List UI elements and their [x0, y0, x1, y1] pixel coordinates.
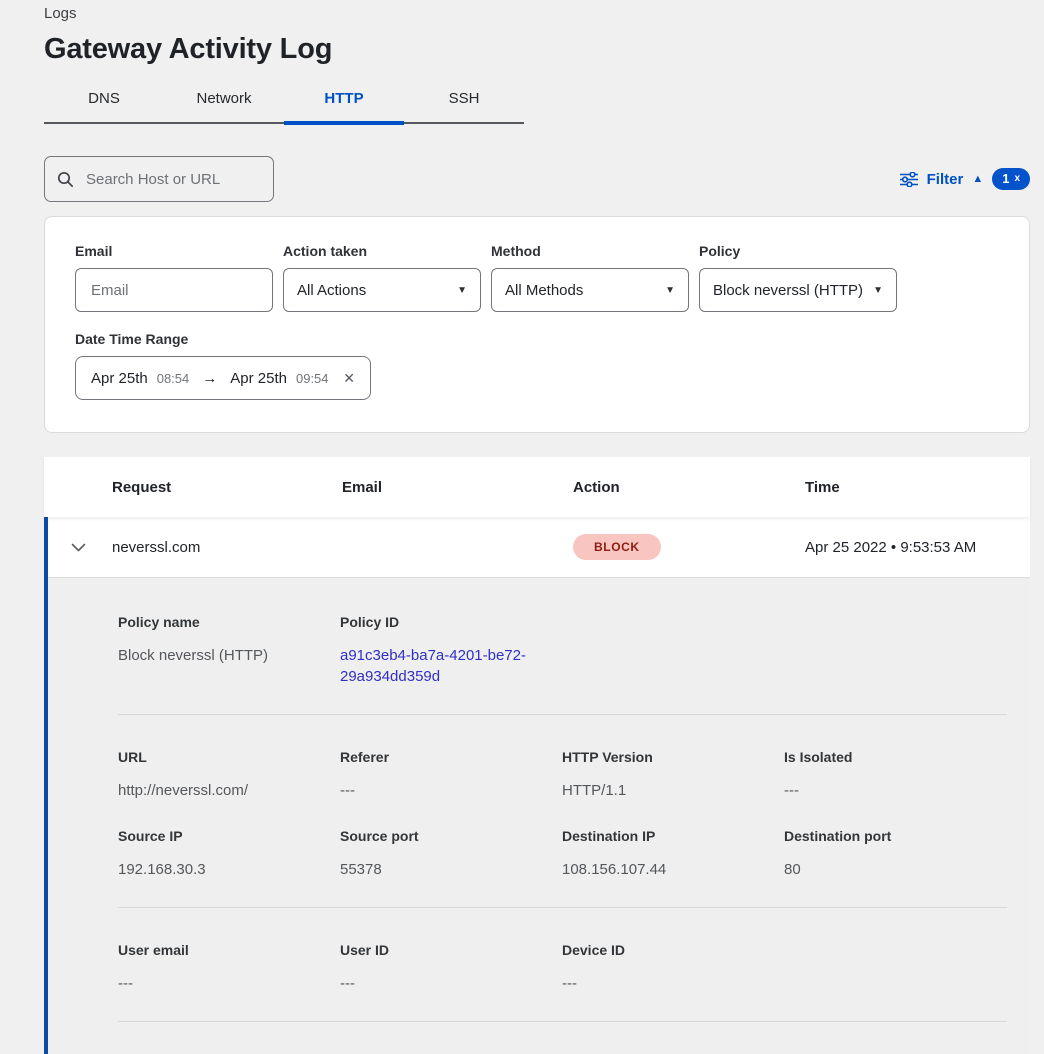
range-end-date[interactable]: Apr 25th [230, 370, 287, 387]
col-header-action: Action [573, 479, 805, 496]
policy-section: Policy name Block neverssl (HTTP) Policy… [118, 614, 1007, 687]
chevron-down-icon[interactable] [44, 543, 112, 552]
detail-field-destination-port: Destination port 80 [784, 828, 1006, 880]
tab-ssh[interactable]: SSH [404, 82, 524, 122]
activity-table: Request Email Action Time neverssl.com B… [44, 457, 1030, 1054]
clear-filters-icon[interactable]: x [1014, 173, 1020, 184]
method-label: Method [491, 243, 689, 259]
action-taken-value: All Actions [297, 282, 366, 299]
search-box[interactable] [44, 156, 274, 202]
detail-field-is-isolated: Is Isolated --- [784, 749, 1006, 801]
log-detail-panel: Policy name Block neverssl (HTTP) Policy… [44, 577, 1030, 1054]
tab-http[interactable]: HTTP [284, 82, 404, 122]
divider [118, 907, 1007, 908]
range-end-time[interactable]: 09:54 [296, 371, 329, 386]
detail-field-policy-name: Policy name Block neverssl (HTTP) [118, 614, 340, 687]
divider [118, 714, 1007, 715]
action-taken-select[interactable]: All Actions ▼ [283, 268, 481, 312]
email-filter-label: Email [75, 243, 273, 259]
filter-count-badge[interactable]: 1 x [992, 168, 1030, 190]
filter-sliders-icon [900, 172, 918, 187]
close-icon[interactable]: ✕ [343, 370, 355, 387]
caret-down-icon: ▼ [873, 285, 883, 296]
toolbar: Filter ▲ 1 x [44, 156, 1030, 202]
detail-field-destination-ip: Destination IP 108.156.107.44 [562, 828, 784, 880]
range-start-date[interactable]: Apr 25th [91, 370, 148, 387]
method-select[interactable]: All Methods ▼ [491, 268, 689, 312]
detail-field-policy-id: Policy ID a91c3eb4-ba7a-4201-be72-29a934… [340, 614, 562, 687]
http-section: URL http://neverssl.com/ Referer --- HTT… [118, 749, 1007, 801]
col-header-time: Time [805, 479, 1030, 496]
detail-field-user-email: User email --- [118, 942, 340, 994]
tab-dns[interactable]: DNS [44, 82, 164, 122]
caret-down-icon: ▼ [457, 285, 467, 296]
method-value: All Methods [505, 282, 583, 299]
network-section: Source IP 192.168.30.3 Source port 55378… [118, 828, 1007, 880]
filter-controls: Filter ▲ 1 x [900, 168, 1030, 190]
page-title: Gateway Activity Log [44, 31, 1030, 67]
policy-label: Policy [699, 243, 897, 259]
tab-network[interactable]: Network [164, 82, 284, 122]
filter-panel: Email Action taken All Actions ▼ Method … [44, 216, 1030, 433]
caret-up-icon[interactable]: ▲ [972, 173, 983, 185]
detail-field-source-ip: Source IP 192.168.30.3 [118, 828, 340, 880]
search-icon [57, 171, 74, 188]
detail-field-http-version: HTTP Version HTTP/1.1 [562, 749, 784, 801]
policy-value: Block neverssl (HTTP) [713, 282, 863, 299]
table-header-row: Request Email Action Time [44, 457, 1030, 517]
detail-field-device-id: Device ID --- [562, 942, 784, 994]
col-header-email: Email [342, 479, 573, 496]
email-filter-input[interactable] [89, 281, 259, 300]
arrow-right-icon: → [202, 370, 217, 387]
expanded-log-entry: neverssl.com BLOCK Apr 25 2022 • 9:53:53… [44, 517, 1030, 1054]
detail-field-user-id: User ID --- [340, 942, 562, 994]
policy-id-link[interactable]: a91c3eb4-ba7a-4201-be72-29a934dd359d [340, 645, 536, 687]
date-range-picker[interactable]: Apr 25th 08:54 → Apr 25th 09:54 ✕ [75, 356, 371, 400]
user-section: User email --- User ID --- Device ID --- [118, 942, 1007, 994]
row-request: neverssl.com [112, 539, 342, 556]
block-status-badge: BLOCK [573, 534, 661, 560]
action-taken-label: Action taken [283, 243, 481, 259]
detail-field-url: URL http://neverssl.com/ [118, 749, 340, 801]
detail-field-source-port: Source port 55378 [340, 828, 562, 880]
email-filter: Email [75, 243, 273, 312]
range-start-time[interactable]: 08:54 [157, 371, 190, 386]
caret-down-icon: ▼ [665, 285, 675, 296]
date-time-range-label: Date Time Range [75, 331, 999, 347]
col-header-request: Request [112, 479, 342, 496]
search-input[interactable] [84, 170, 261, 189]
divider [118, 1021, 1007, 1022]
gateway-activity-page: Logs Gateway Activity Log DNS Network HT… [0, 0, 1044, 1054]
tab-bar: DNS Network HTTP SSH [44, 82, 524, 124]
table-row[interactable]: neverssl.com BLOCK Apr 25 2022 • 9:53:53… [44, 517, 1030, 577]
policy-filter: Policy Block neverssl (HTTP) ▼ [699, 243, 897, 312]
method-filter: Method All Methods ▼ [491, 243, 689, 312]
filter-count: 1 [1002, 171, 1009, 186]
breadcrumb[interactable]: Logs [44, 4, 1030, 24]
detail-field-referer: Referer --- [340, 749, 562, 801]
filter-toggle[interactable]: Filter [927, 171, 964, 188]
action-taken-filter: Action taken All Actions ▼ [283, 243, 481, 312]
policy-select[interactable]: Block neverssl (HTTP) ▼ [699, 268, 897, 312]
row-time: Apr 25 2022 • 9:53:53 AM [805, 539, 1030, 556]
